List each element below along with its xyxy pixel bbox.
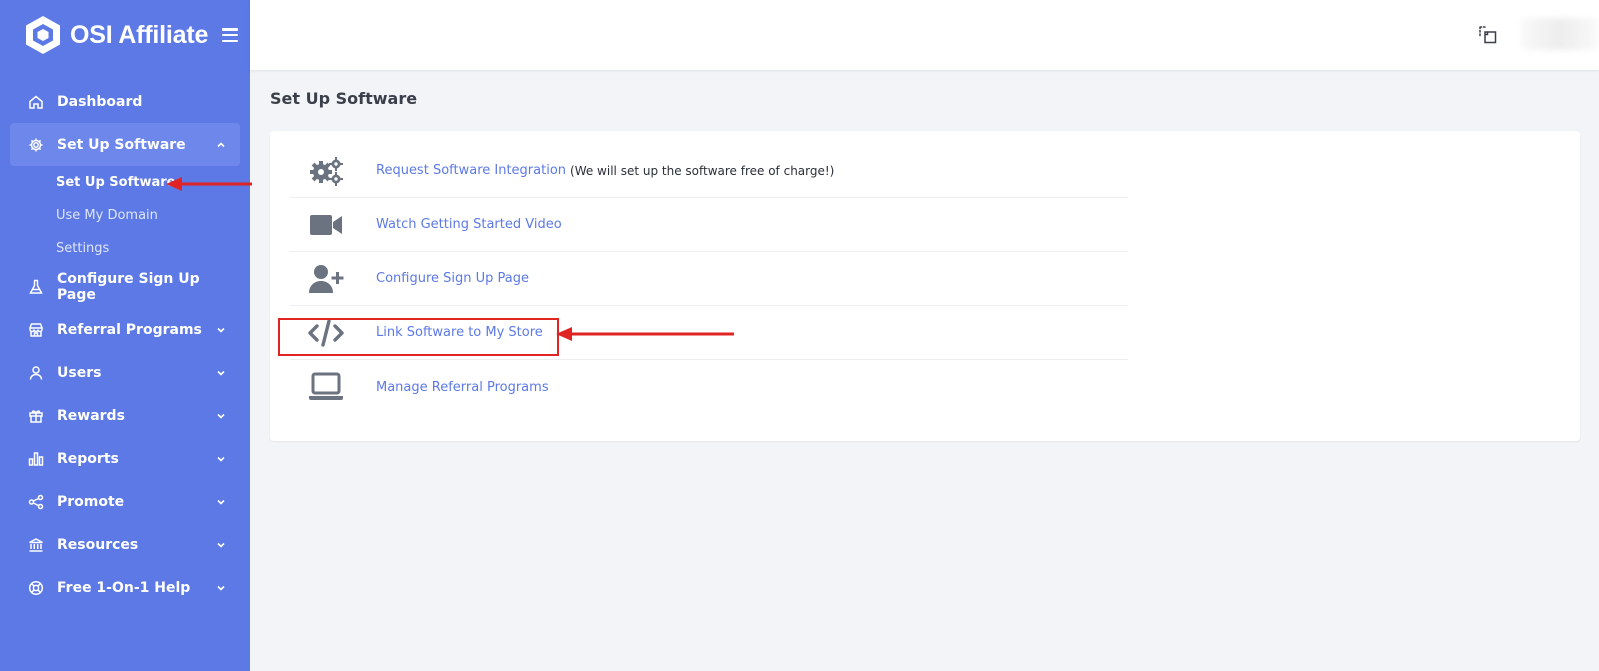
sidebar-item-dashboard[interactable]: Dashboard bbox=[0, 80, 250, 123]
chevron-down-icon bbox=[217, 585, 225, 591]
free-setup-note: (We will set up the software free of cha… bbox=[570, 163, 835, 178]
user-plus-icon bbox=[308, 263, 344, 295]
sidebar-item-label: Resources bbox=[57, 536, 139, 553]
request-integration-link[interactable]: Request Software Integration bbox=[376, 163, 566, 178]
chevron-down-icon bbox=[217, 327, 225, 333]
menu-toggle-icon[interactable] bbox=[222, 28, 239, 42]
sidebar-item-label: Dashboard bbox=[57, 93, 143, 110]
list-item-watch-video: Watch Getting Started Video bbox=[290, 198, 1128, 252]
brand-name: OSI Affiliate bbox=[70, 20, 209, 49]
osi-logo-icon bbox=[26, 16, 60, 54]
manage-programs-link[interactable]: Manage Referral Programs bbox=[376, 380, 549, 395]
chevron-down-icon bbox=[217, 499, 225, 505]
chevron-down-icon bbox=[217, 542, 225, 548]
chevron-up-icon bbox=[217, 141, 225, 147]
gift-icon bbox=[28, 408, 44, 424]
user-icon bbox=[28, 365, 44, 381]
fullscreen-icon[interactable] bbox=[1479, 26, 1497, 44]
video-camera-icon bbox=[308, 209, 344, 241]
laptop-icon bbox=[308, 371, 344, 403]
sidebar-item-promote[interactable]: Promote bbox=[0, 480, 250, 523]
subitem-settings[interactable]: Settings bbox=[0, 232, 250, 265]
configure-signup-link[interactable]: Configure Sign Up Page bbox=[376, 271, 529, 286]
lifebuoy-icon bbox=[28, 580, 44, 596]
annotation-arrow-card bbox=[556, 327, 734, 341]
list-item-configure-signup: Configure Sign Up Page bbox=[290, 252, 1128, 306]
watch-video-link[interactable]: Watch Getting Started Video bbox=[376, 217, 562, 232]
cogs-icon bbox=[308, 155, 344, 187]
sidebar-item-rewards[interactable]: Rewards bbox=[0, 394, 250, 437]
setup-card: Request Software Integration (We will se… bbox=[270, 131, 1580, 441]
sidebar-item-label: Configure Sign Up Page bbox=[57, 270, 200, 303]
sidebar-item-label: Promote bbox=[57, 493, 125, 510]
top-header bbox=[250, 0, 1599, 70]
sidebar-item-set-up-software[interactable]: Set Up Software bbox=[10, 123, 240, 166]
sidebar-item-label: Free 1-On-1 Help bbox=[57, 579, 191, 596]
page-title: Set Up Software bbox=[270, 89, 418, 108]
sidebar-item-label: Referral Programs bbox=[57, 321, 202, 338]
chevron-down-icon bbox=[217, 413, 225, 419]
chevron-down-icon bbox=[217, 456, 225, 462]
flask-icon bbox=[28, 279, 44, 295]
sidebar-item-configure-sign-up-page[interactable]: Configure Sign Up Page bbox=[0, 265, 250, 308]
chevron-down-icon bbox=[217, 370, 225, 376]
bar-chart-icon bbox=[28, 451, 44, 467]
sidebar: OSI Affiliate Dashboard Set Up Software … bbox=[0, 0, 250, 671]
user-avatar[interactable] bbox=[1521, 18, 1599, 50]
annotation-arrow-sidebar bbox=[166, 177, 252, 191]
store-icon bbox=[28, 322, 44, 338]
sidebar-item-label: Reports bbox=[57, 450, 119, 467]
sidebar-item-users[interactable]: Users bbox=[0, 351, 250, 394]
brand[interactable]: OSI Affiliate bbox=[0, 0, 250, 70]
sidebar-item-label: Rewards bbox=[57, 407, 125, 424]
gear-icon bbox=[28, 137, 44, 153]
sidebar-item-resources[interactable]: Resources bbox=[0, 523, 250, 566]
sidebar-item-free-help[interactable]: Free 1-On-1 Help bbox=[0, 566, 250, 609]
bank-icon bbox=[28, 537, 44, 553]
sidebar-item-label: Set Up Software bbox=[57, 136, 186, 153]
list-item-request-integration: Request Software Integration (We will se… bbox=[290, 144, 1128, 198]
share-icon bbox=[28, 494, 44, 510]
sidebar-item-reports[interactable]: Reports bbox=[0, 437, 250, 480]
highlight-box bbox=[278, 318, 559, 356]
home-icon bbox=[28, 94, 44, 110]
sidebar-item-label: Users bbox=[57, 364, 102, 381]
sidebar-item-referral-programs[interactable]: Referral Programs bbox=[0, 308, 250, 351]
list-item-manage-programs: Manage Referral Programs bbox=[290, 360, 1128, 414]
subitem-use-my-domain[interactable]: Use My Domain bbox=[0, 199, 250, 232]
sidebar-nav: Dashboard Set Up Software Set Up Softwar… bbox=[0, 70, 250, 609]
